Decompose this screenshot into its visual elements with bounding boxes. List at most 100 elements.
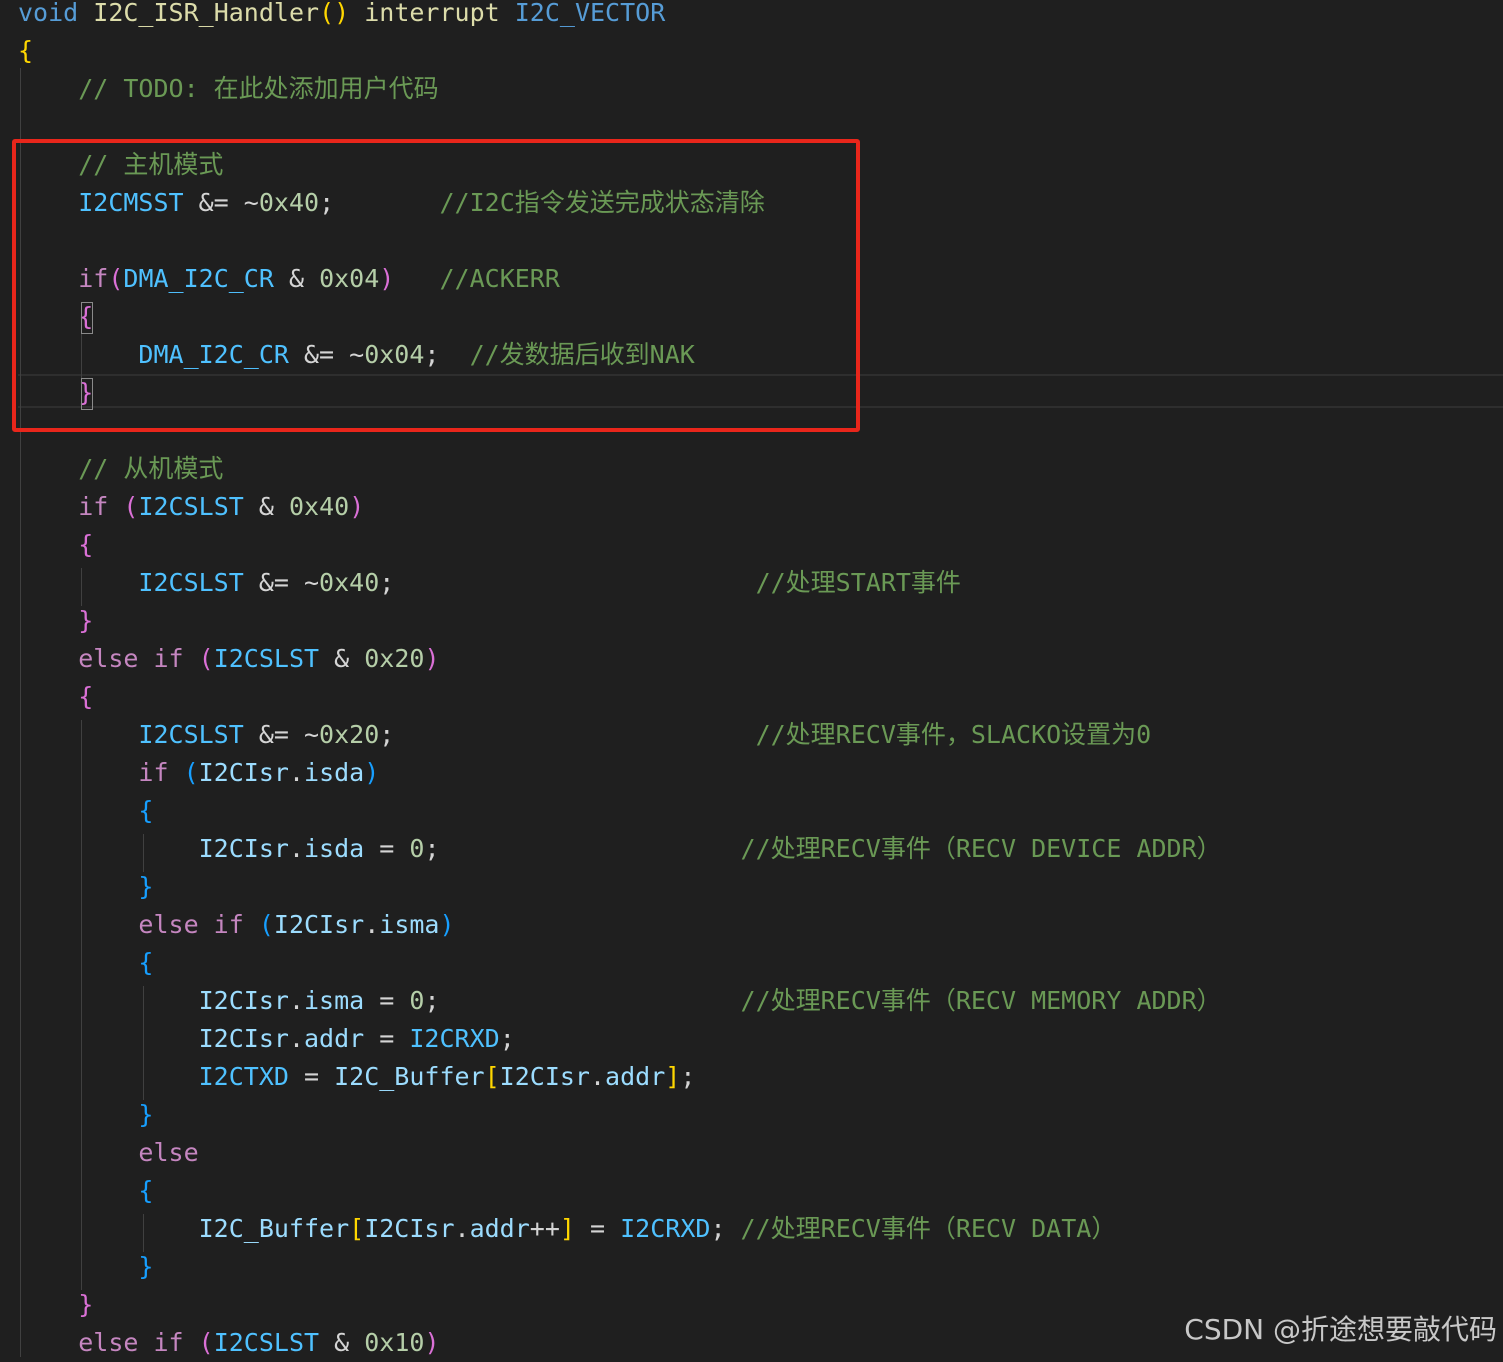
code-token-operator: & — [319, 644, 365, 673]
code-token-variable: I2CIsr — [364, 1214, 455, 1243]
code-line[interactable]: } — [18, 1286, 93, 1324]
code-line[interactable]: { — [18, 678, 93, 716]
code-token-bracket-gold: [ — [484, 1062, 500, 1091]
code-token-function: interrupt — [349, 0, 515, 27]
code-token-operator: = — [574, 1214, 621, 1243]
code-token-operator — [18, 872, 138, 901]
code-token-operator — [78, 0, 93, 27]
code-token-operator: ; — [379, 568, 756, 597]
code-token-number: 0 — [409, 986, 425, 1015]
code-line[interactable]: if (I2CIsr.isda) — [18, 754, 379, 792]
code-token-macro: I2CSLST — [138, 568, 244, 597]
code-token-bracket-gold: ] — [665, 1062, 681, 1091]
code-token-operator — [18, 796, 138, 825]
code-token-operator — [18, 1290, 78, 1319]
code-token-comment: // TODO: 在此处添加用户代码 — [18, 74, 439, 103]
code-token-control: if — [138, 758, 169, 787]
code-token-operator — [18, 568, 138, 597]
code-line[interactable]: { — [18, 944, 153, 982]
code-token-operator: = — [364, 834, 410, 863]
code-token-variable: I2C_Buffer — [334, 1062, 485, 1091]
code-token-operator — [184, 1328, 199, 1357]
code-token-operator: ; — [680, 1062, 696, 1091]
code-token-variable: I2CIsr — [273, 910, 365, 939]
code-token-operator — [18, 910, 138, 939]
code-token-operator — [18, 606, 78, 635]
code-token-variable: I2CIsr — [198, 758, 289, 787]
code-token-macro: I2CRXD — [620, 1214, 711, 1243]
code-token-operator — [18, 758, 138, 787]
code-line[interactable]: else — [18, 1134, 199, 1172]
code-line[interactable]: { — [18, 792, 153, 830]
code-token-bracket-purple: { — [78, 682, 94, 711]
code-token-operator: ; — [379, 720, 756, 749]
code-line[interactable]: else if (I2CSLST & 0x10) — [18, 1324, 439, 1362]
code-line[interactable]: I2CSLST &= ~0x20; //处理RECV事件，SLACKO设置为0 — [18, 716, 1151, 754]
code-token-operator — [18, 492, 78, 521]
code-token-bracket-purple: ( — [198, 644, 214, 673]
code-token-operator: &= ~ — [243, 568, 320, 597]
code-token-operator: . — [288, 834, 304, 863]
code-line[interactable]: } — [18, 868, 153, 906]
code-line[interactable]: void I2C_ISR_Handler() interrupt I2C_VEC… — [18, 0, 665, 32]
code-line[interactable]: I2CIsr.addr = I2CRXD; — [18, 1020, 515, 1058]
code-token-bracket-purple: ( — [123, 492, 139, 521]
code-token-comment: //处理RECV事件（RECV MEMORY ADDR） — [740, 986, 1222, 1015]
code-line[interactable]: // TODO: 在此处添加用户代码 — [18, 70, 439, 108]
code-token-comment: //处理RECV事件（RECV DEVICE ADDR） — [740, 834, 1222, 863]
code-token-operator: ; — [424, 986, 741, 1015]
code-token-operator: ; — [710, 1214, 741, 1243]
code-token-control: else if — [78, 1328, 184, 1357]
code-token-operator — [244, 910, 259, 939]
red-highlight-box — [12, 139, 860, 432]
code-token-function: I2C_ISR_Handler — [93, 0, 320, 27]
code-token-variable: isma — [379, 910, 440, 939]
code-token-variable: I2CIsr — [499, 1062, 590, 1091]
code-token-operator: ; — [424, 834, 741, 863]
code-token-operator — [18, 1024, 199, 1053]
code-line[interactable]: else if (I2CIsr.isma) — [18, 906, 454, 944]
code-line[interactable]: I2CTXD = I2C_Buffer[I2CIsr.addr]; — [18, 1058, 696, 1096]
code-token-number: 0x10 — [364, 1328, 425, 1357]
code-token-operator — [18, 682, 78, 711]
code-token-bracket-blue: } — [138, 1252, 154, 1281]
code-token-control: else if — [138, 910, 244, 939]
code-line[interactable]: if (I2CSLST & 0x40) — [18, 488, 364, 526]
code-token-macro: I2CSLST — [138, 492, 244, 521]
code-token-operator: & — [319, 1328, 365, 1357]
code-token-operator: . — [364, 910, 380, 939]
code-token-operator: . — [288, 1024, 304, 1053]
code-line[interactable]: } — [18, 1248, 153, 1286]
code-line[interactable]: { — [18, 32, 33, 70]
code-token-control: else — [138, 1138, 199, 1167]
code-token-operator: . — [454, 1214, 470, 1243]
code-line[interactable]: I2CIsr.isma = 0; //处理RECV事件（RECV MEMORY … — [18, 982, 1222, 1020]
code-token-variable: I2CIsr — [198, 834, 289, 863]
code-line[interactable]: I2CSLST &= ~0x40; //处理START事件 — [18, 564, 961, 602]
code-line[interactable]: I2C_Buffer[I2CIsr.addr++] = I2CRXD; //处理… — [18, 1210, 1117, 1248]
code-line[interactable]: { — [18, 1172, 153, 1210]
code-token-operator: ++ — [529, 1214, 560, 1243]
code-token-control: if — [78, 492, 109, 521]
code-token-bracket-purple: ( — [198, 1328, 214, 1357]
code-token-operator: . — [288, 986, 304, 1015]
code-token-operator — [18, 720, 138, 749]
code-line[interactable]: else if (I2CSLST & 0x20) — [18, 640, 440, 678]
code-token-keyword: I2C_VECTOR — [514, 0, 666, 27]
code-line[interactable]: } — [18, 602, 93, 640]
code-token-bracket-gold: ] — [559, 1214, 575, 1243]
code-editor[interactable]: void I2C_ISR_Handler() interrupt I2C_VEC… — [0, 0, 1503, 1357]
code-line[interactable]: } — [18, 1096, 153, 1134]
code-line[interactable]: { — [18, 526, 93, 564]
code-token-bracket-blue: { — [138, 796, 154, 825]
code-token-bracket-purple: ) — [349, 492, 365, 521]
code-token-bracket-gold: [ — [349, 1214, 365, 1243]
code-line[interactable]: I2CIsr.isda = 0; //处理RECV事件（RECV DEVICE … — [18, 830, 1222, 868]
code-line[interactable]: // 从机模式 — [18, 450, 223, 488]
code-token-operator — [108, 492, 123, 521]
code-token-variable: isda — [304, 758, 365, 787]
code-token-variable: isda — [304, 834, 365, 863]
code-token-bracket-purple: ) — [424, 644, 440, 673]
code-token-operator: = — [364, 986, 410, 1015]
code-token-variable: I2CIsr — [198, 1024, 289, 1053]
